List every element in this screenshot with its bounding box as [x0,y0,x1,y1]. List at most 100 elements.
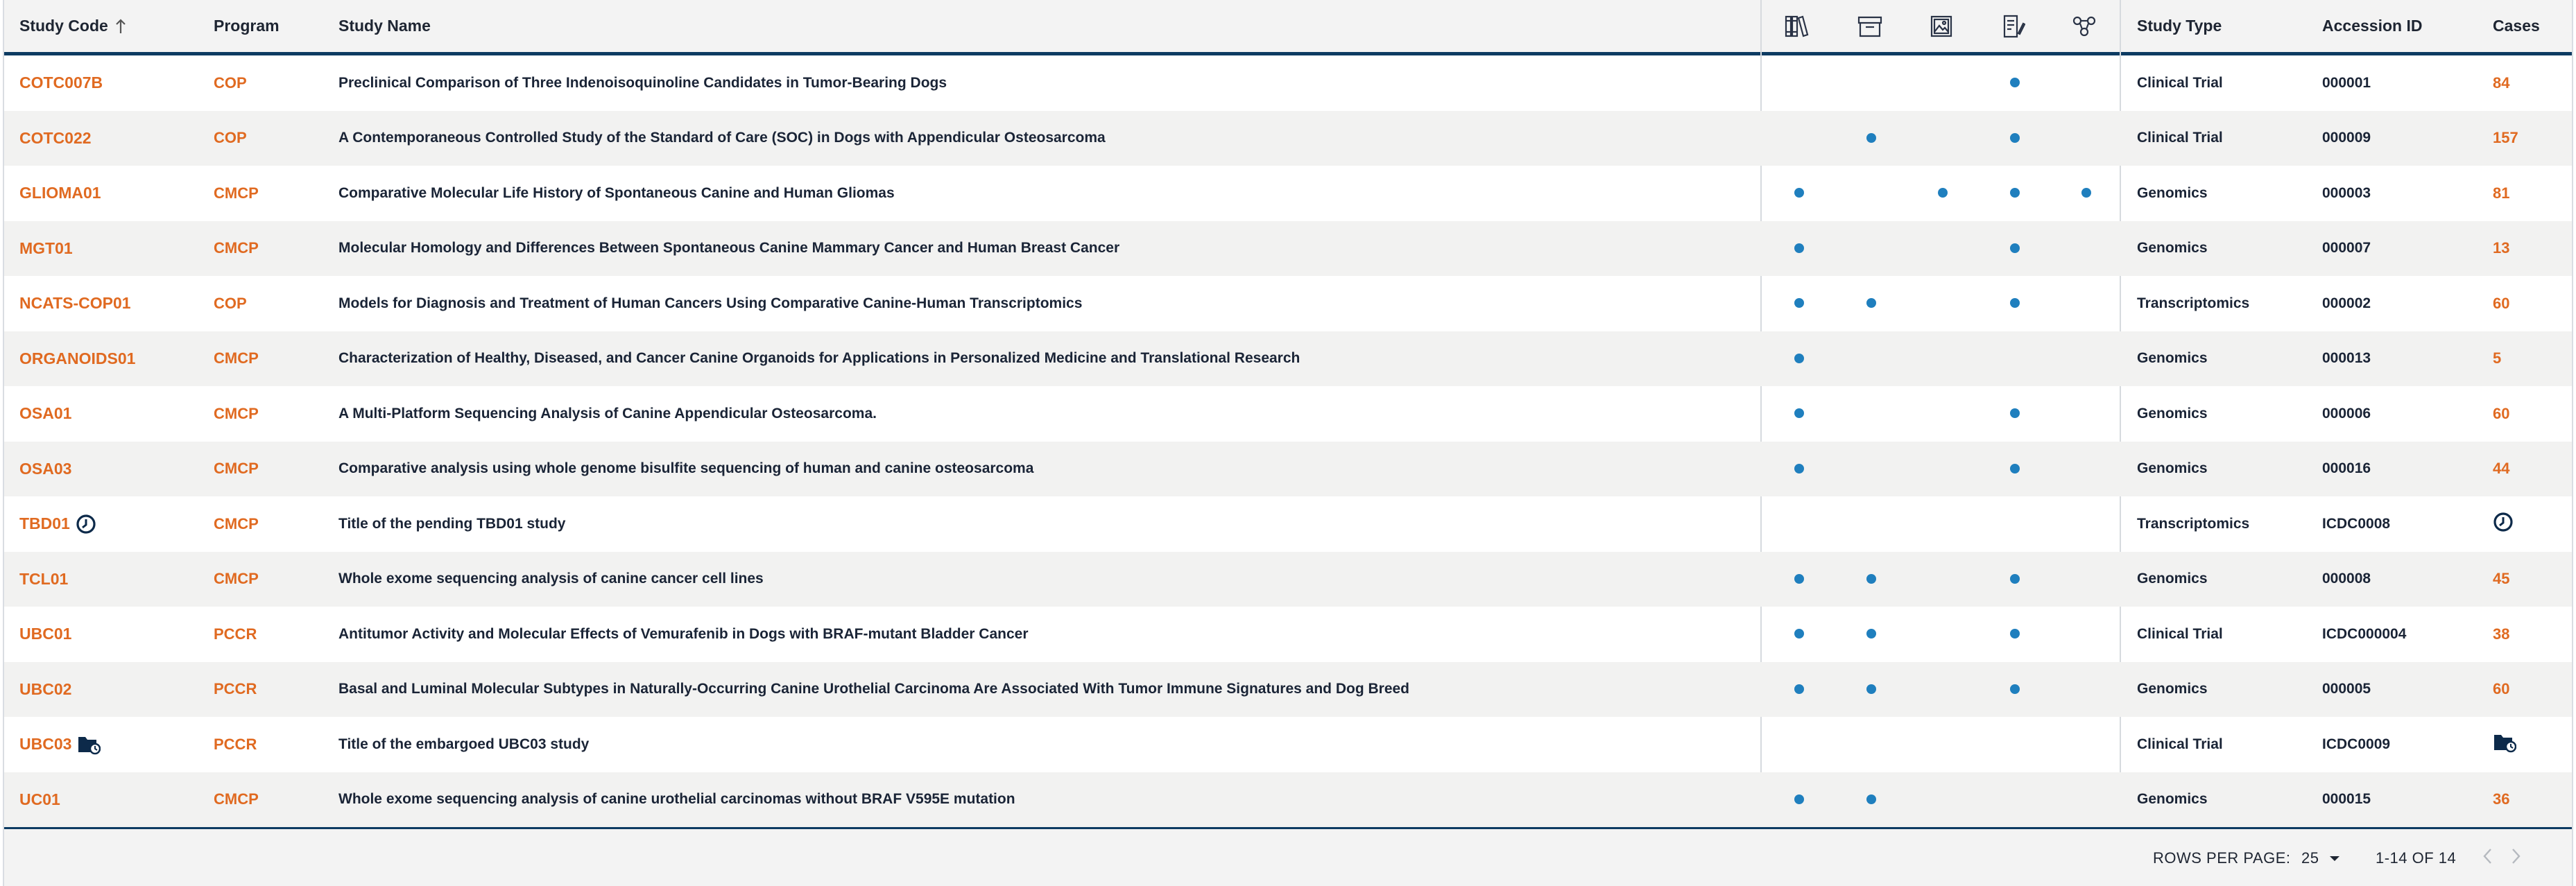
study-code-link-text[interactable]: ORGANOIDS01 [19,349,135,368]
study-code-link-text[interactable]: GLIOMA01 [19,184,101,202]
cases-link[interactable]: 84 [2493,55,2509,110]
study-code-link[interactable]: UBC01 [19,607,71,661]
program-link-text[interactable]: CMCP [214,515,259,533]
program-link-text[interactable]: CMCP [214,405,259,423]
study-code-link-text[interactable]: OSA03 [19,460,71,478]
cases-link-text[interactable]: 60 [2493,680,2509,698]
study-code-link-text[interactable]: TCL01 [19,570,68,589]
next-page-button[interactable] [2511,847,2522,869]
program-link-text[interactable]: CMCP [214,570,259,588]
study-code-link[interactable]: TCL01 [19,552,68,607]
accession-id: 000005 [2322,662,2371,717]
program-link[interactable]: COP [214,55,247,110]
program-link[interactable]: CMCP [214,442,259,496]
program-link-text[interactable]: COP [214,74,247,92]
column-header-study-type[interactable]: Study Type [2137,0,2222,52]
rows-per-page-select[interactable]: 25 [2301,849,2340,867]
program-link-text[interactable]: PCCR [214,625,257,643]
cases-link-text[interactable]: 60 [2493,295,2509,313]
cases-link-text[interactable]: 60 [2493,405,2509,423]
program-link[interactable]: CMCP [214,331,259,386]
study-code-link-text[interactable]: OSA01 [19,404,71,423]
cases-link[interactable]: 44 [2493,442,2509,496]
program-link-text[interactable]: PCCR [214,680,257,698]
sort-ascending-icon[interactable] [115,18,126,34]
study-code-link[interactable]: UC01 [19,772,60,827]
program-link[interactable]: CMCP [214,496,259,551]
program-link-text[interactable]: CMCP [214,790,259,808]
program-link-text[interactable]: COP [214,129,247,147]
data-availability-dot [1794,243,1804,253]
study-code-link-text[interactable]: UBC02 [19,680,71,699]
program-link[interactable]: CMCP [214,221,259,276]
molecule-icon[interactable] [2071,12,2099,40]
cases-link[interactable]: 36 [2493,772,2509,827]
column-header-accession-id[interactable]: Accession ID [2322,0,2422,52]
study-code-link-text[interactable]: COTC022 [19,129,92,148]
study-code-link[interactable]: OSA03 [19,442,71,496]
accession-id-text: ICDC0008 [2322,515,2391,532]
study-code-link[interactable]: TBD01 [19,496,96,551]
study-code-link-text[interactable]: NCATS-COP01 [19,294,131,313]
study-code-link[interactable]: MGT01 [19,221,73,276]
study-code-link[interactable]: NCATS-COP01 [19,276,131,331]
cases-link[interactable]: 60 [2493,386,2509,441]
program-link[interactable]: CMCP [214,166,259,220]
program-link-text[interactable]: CMCP [214,460,259,478]
previous-page-button[interactable] [2482,847,2493,869]
study-code-link-text[interactable]: MGT01 [19,239,73,258]
column-header-study-code[interactable]: Study Code [19,0,126,52]
cases-link[interactable]: 60 [2493,662,2509,717]
publications-icon[interactable] [1784,12,1812,40]
column-header-study-name[interactable]: Study Name [338,0,431,52]
program-link-text[interactable]: CMCP [214,349,259,367]
study-code-link-text[interactable]: TBD01 [19,514,70,533]
program-link[interactable]: CMCP [214,552,259,607]
cases-link-text[interactable]: 157 [2493,129,2518,147]
archive-icon[interactable] [1856,12,1884,40]
cases-link[interactable]: 45 [2493,552,2509,607]
cases-link[interactable]: 5 [2493,331,2501,386]
study-code-link-text[interactable]: UBC01 [19,625,71,643]
study-code-link[interactable]: GLIOMA01 [19,166,101,220]
cases-link-text[interactable]: 44 [2493,460,2509,478]
program-link[interactable]: CMCP [214,772,259,827]
program-link[interactable]: COP [214,276,247,331]
study-code-link[interactable]: UBC03 [19,717,101,772]
cases-link-text[interactable]: 38 [2493,625,2509,643]
program-link[interactable]: PCCR [214,717,257,772]
image-icon[interactable] [1927,12,1955,40]
study-code-link-text[interactable]: UC01 [19,790,60,809]
study-code-link[interactable]: COTC007B [19,55,103,110]
document-icon[interactable] [2000,12,2027,40]
cases-link[interactable]: 157 [2493,111,2518,166]
study-code-link[interactable]: OSA01 [19,386,71,441]
cases-link-text[interactable]: 36 [2493,790,2509,808]
cases-link-text[interactable]: 84 [2493,74,2509,92]
cases-link[interactable]: 81 [2493,166,2509,220]
study-code-link-text[interactable]: COTC007B [19,73,103,92]
column-header-program[interactable]: Program [214,0,280,52]
cases-link[interactable]: 60 [2493,276,2509,331]
column-header-cases[interactable]: Cases [2493,0,2540,52]
study-type: Genomics [2137,221,2208,276]
study-code-link-text[interactable]: UBC03 [19,735,71,754]
table-row: COTC022 COP A Contemporaneous Controlled S… [4,110,2572,166]
program-link[interactable]: CMCP [214,386,259,441]
cases-link-text[interactable]: 45 [2493,570,2509,588]
program-link[interactable]: PCCR [214,662,257,717]
program-link[interactable]: PCCR [214,607,257,661]
study-code-link[interactable]: COTC022 [19,111,92,166]
program-link-text[interactable]: CMCP [214,184,259,202]
cases-link-text[interactable]: 81 [2493,184,2509,202]
study-code-link[interactable]: UBC02 [19,662,71,717]
program-link-text[interactable]: PCCR [214,736,257,754]
cases-link[interactable]: 13 [2493,221,2509,276]
program-link-text[interactable]: CMCP [214,239,259,257]
cases-link[interactable]: 38 [2493,607,2509,661]
study-code-link[interactable]: ORGANOIDS01 [19,331,135,386]
program-link-text[interactable]: COP [214,295,247,313]
cases-link-text[interactable]: 13 [2493,239,2509,257]
cases-link-text[interactable]: 5 [2493,349,2501,367]
program-link[interactable]: COP [214,111,247,166]
